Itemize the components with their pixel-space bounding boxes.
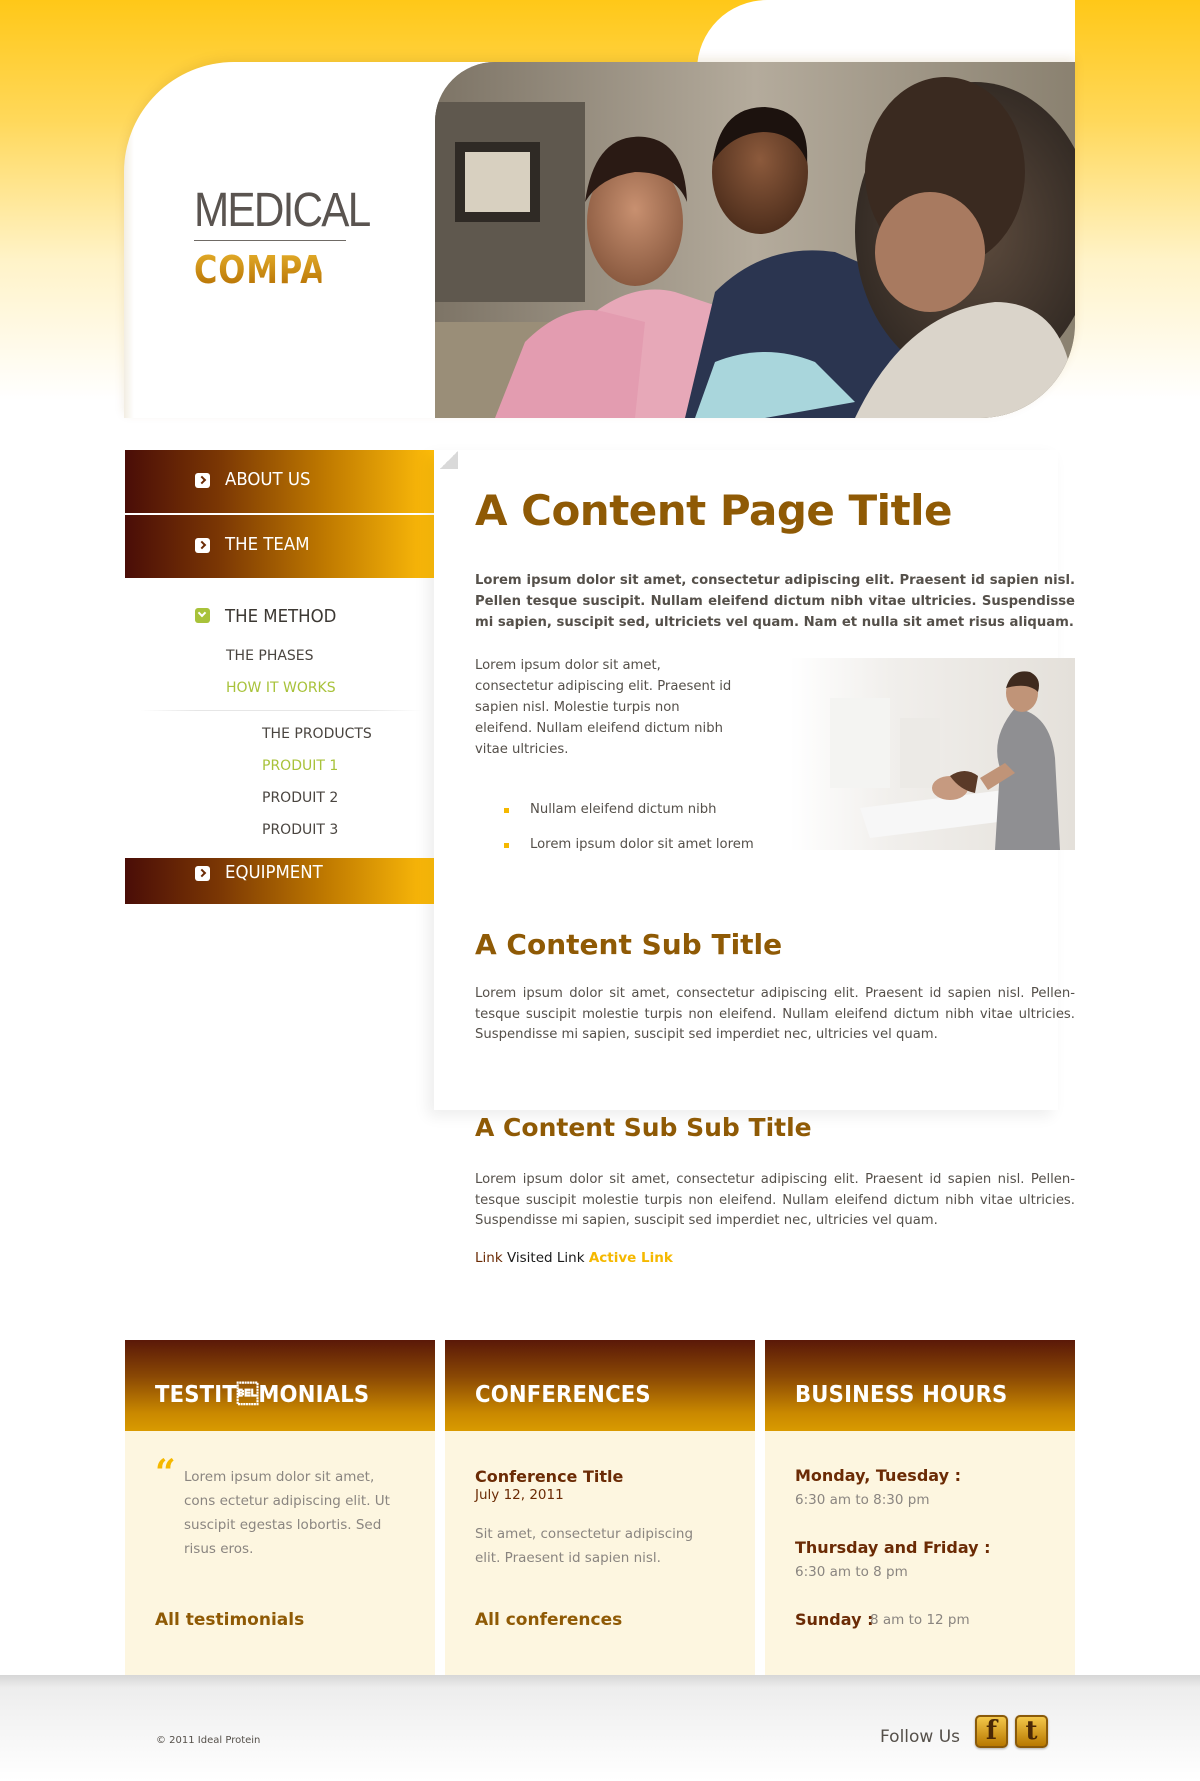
- footer: © 2011 Ideal Protein Follow Us f t: [0, 1675, 1200, 1781]
- sub-paragraph: Lorem ipsum dolor sit amet, consectetur …: [475, 986, 1075, 1042]
- logo-company-text: COMPANY: [194, 248, 378, 292]
- follow-us-label: Follow Us: [880, 1727, 961, 1747]
- list-item: Nullam eleifend dictum nibh: [504, 799, 754, 834]
- subnav-the-products[interactable]: THE PRODUCTS: [262, 726, 372, 742]
- chevron-right-icon: [195, 538, 210, 553]
- all-conferences-link[interactable]: All conferences: [475, 1610, 622, 1630]
- chevron-right-icon: [195, 866, 210, 881]
- hours-day-1: Monday, Tuesday :: [795, 1466, 961, 1485]
- active-link[interactable]: Active Link: [589, 1250, 673, 1266]
- twitter-glyph: t: [1025, 1716, 1038, 1746]
- facebook-glyph: f: [985, 1716, 998, 1746]
- nav-the-team-label: THE TEAM: [225, 534, 310, 555]
- page-curl-decoration: [440, 451, 458, 469]
- page-title: A Content Page Title: [475, 486, 953, 535]
- facebook-icon[interactable]: f: [975, 1715, 1008, 1748]
- conference-date: July 12, 2011: [475, 1487, 564, 1503]
- business-hours-title: BUSINESS HOURS: [795, 1382, 1008, 1408]
- hours-time-2: 6:30 am to 8 pm: [795, 1564, 908, 1580]
- hero-photo: [435, 62, 1075, 418]
- chevron-down-icon: [195, 608, 210, 623]
- nav-about-us-label: ABOUT US: [225, 469, 311, 490]
- nav-the-team[interactable]: THE TEAM: [125, 515, 435, 578]
- conferences-box: CONFERENCES Conference Title July 12, 20…: [445, 1340, 755, 1675]
- nav-equipment-label: EQUIPMENT: [225, 862, 323, 883]
- chiropractor-photo: [790, 658, 1075, 850]
- hours-day-2: Thursday and Friday :: [795, 1538, 991, 1557]
- testimonials-title: TESTITMONIALS: [155, 1382, 370, 1408]
- business-hours-box: BUSINESS HOURS Monday, Tuesday : 6:30 am…: [765, 1340, 1075, 1675]
- subnav-produit-1[interactable]: PRODUIT 1: [262, 758, 338, 774]
- logo-divider: [194, 240, 346, 241]
- conferences-header: CONFERENCES: [445, 1340, 755, 1431]
- twitter-icon[interactable]: t: [1015, 1715, 1048, 1748]
- intro-paragraph: Lorem ipsum dolor sit amet, consectetur …: [475, 573, 1075, 630]
- bullet-list: Nullam eleifend dictum nibh Lorem ipsum …: [504, 799, 754, 869]
- nav-the-method-label: THE METHOD: [225, 606, 337, 627]
- nav-equipment[interactable]: EQUIPMENT: [125, 858, 435, 904]
- header-panel: MEDICAL COMPANY: [124, 62, 1075, 418]
- content-sub-title: A Content Sub Title: [475, 928, 783, 961]
- sub-sub-paragraph: Lorem ipsum dolor sit amet, consectetur …: [475, 1172, 1075, 1228]
- chevron-right-icon: [195, 473, 210, 488]
- conference-text: Sit amet, consectetur adipiscing elit. P…: [475, 1526, 694, 1566]
- logo-medical-text: MEDICAL: [194, 184, 371, 237]
- copyright-text: © 2011 Ideal Protein: [156, 1735, 261, 1746]
- logo[interactable]: MEDICAL COMPANY: [194, 184, 378, 292]
- nav-the-method[interactable]: THE METHOD: [125, 586, 435, 646]
- subnav-the-phases[interactable]: THE PHASES: [226, 648, 314, 664]
- list-item: Lorem ipsum dolor sit amet lorem: [504, 834, 754, 869]
- business-hours-header: BUSINESS HOURS: [765, 1340, 1075, 1431]
- quote-icon: “: [155, 1452, 176, 1494]
- link-samples: Link Visited Link Active Link: [475, 1250, 673, 1266]
- link[interactable]: Link: [475, 1250, 503, 1266]
- conference-title[interactable]: Conference Title: [475, 1467, 623, 1486]
- conferences-title: CONFERENCES: [475, 1382, 651, 1408]
- testimonials-header: TESTITMONIALS: [125, 1340, 435, 1431]
- visited-link[interactable]: Visited Link: [507, 1250, 585, 1266]
- content-sub-sub-title: A Content Sub Sub Title: [475, 1113, 812, 1142]
- all-testimonials-link[interactable]: All testimonials: [155, 1610, 304, 1630]
- subnav-produit-2[interactable]: PRODUIT 2: [262, 790, 338, 806]
- left-paragraph: Lorem ipsum dolor sit amet, consectetur …: [475, 658, 732, 757]
- nav-about-us[interactable]: ABOUT US: [125, 450, 435, 513]
- hours-time-1: 6:30 am to 8:30 pm: [795, 1492, 930, 1508]
- hours-time-3: 8 am to 12 pm: [870, 1612, 970, 1628]
- subnav-divider: [140, 710, 422, 711]
- subnav-produit-3[interactable]: PRODUIT 3: [262, 822, 338, 838]
- testimonial-text: Lorem ipsum dolor sit amet, cons ectetur…: [184, 1469, 390, 1557]
- testimonials-box: TESTITMONIALS “ Lorem ipsum dolor sit a…: [125, 1340, 435, 1675]
- subnav-how-it-works[interactable]: HOW IT WORKS: [226, 680, 336, 696]
- hours-day-3: Sunday :: [795, 1610, 874, 1629]
